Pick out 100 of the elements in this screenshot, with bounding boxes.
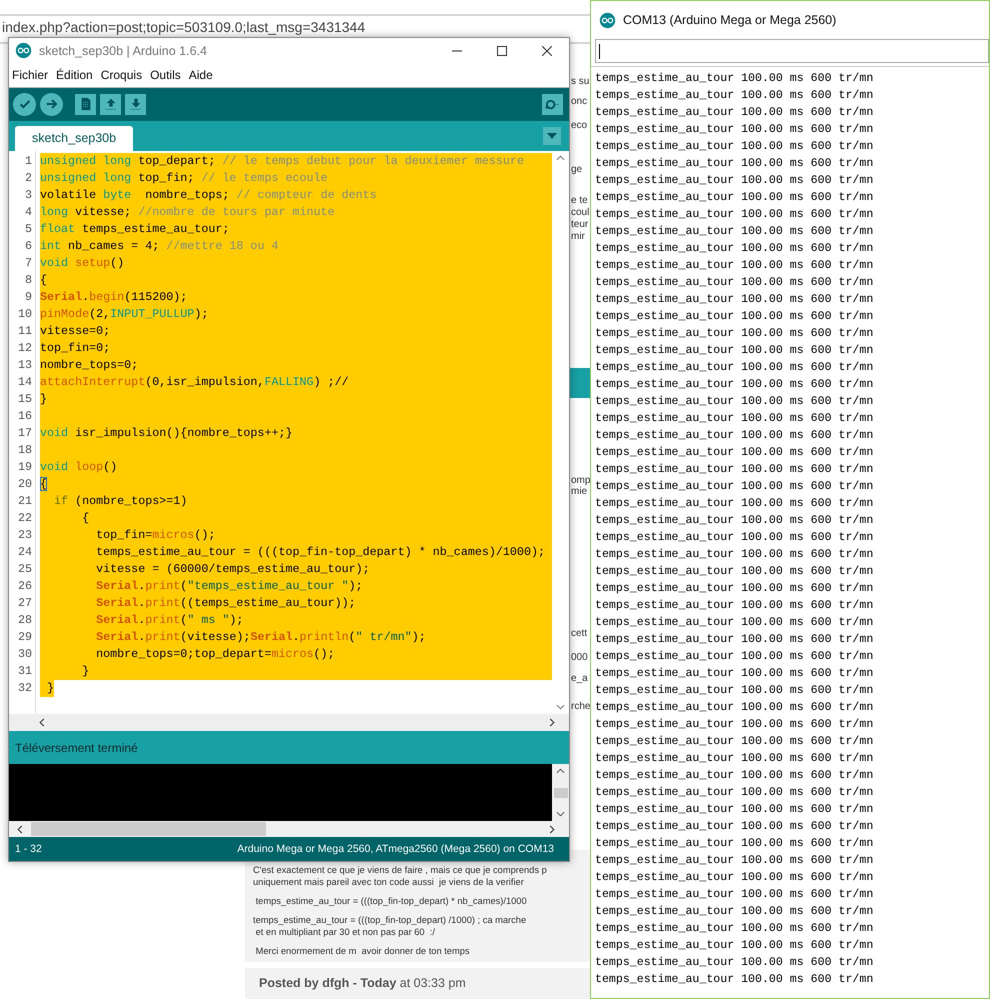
- serial-output-line: temps_estime_au_tour 100.00 ms 600 tr/mn: [595, 598, 874, 614]
- line-number: 22: [16, 510, 33, 527]
- infinity-logo-icon: [599, 12, 616, 28]
- serial-output-line: temps_estime_au_tour 100.00 ms 600 tr/mn: [595, 853, 874, 869]
- line-number: 11: [16, 322, 33, 340]
- post-text-fragment: s su: [571, 76, 590, 88]
- post-text-line: temps_estime_au_tour = (((top_fin-top_depart) /1000) ; ca marche: [253, 914, 528, 926]
- line-number: 24: [16, 544, 33, 561]
- line-number: 26: [16, 578, 33, 595]
- verify-button[interactable]: [13, 92, 36, 116]
- line-number: 12: [16, 340, 33, 357]
- serial-output-line: temps_estime_au_tour 100.00 ms 600 tr/mn: [595, 377, 874, 393]
- scroll-up-icon[interactable]: [556, 154, 565, 161]
- serial-output-line: temps_estime_au_tour 100.00 ms 600 tr/mn: [595, 326, 874, 342]
- serial-output-line: temps_estime_au_tour 100.00 ms 600 tr/mn: [595, 632, 874, 648]
- serial-output-line: temps_estime_au_tour 100.00 ms 600 tr/mn: [595, 615, 874, 631]
- serial-output-line: temps_estime_au_tour 100.00 ms 600 tr/mn: [595, 717, 874, 733]
- line-number: 29: [16, 628, 33, 646]
- serial-output-line: temps_estime_au_tour 100.00 ms 600 tr/mn: [595, 870, 874, 886]
- serial-output-line: temps_estime_au_tour 100.00 ms 600 tr/mn: [595, 547, 874, 563]
- serial-output-line: temps_estime_au_tour 100.00 ms 600 tr/mn: [595, 88, 874, 104]
- line-number: 23: [16, 526, 33, 544]
- menu-item[interactable]: Aide: [188, 68, 213, 82]
- post-text-fragment: 000: [571, 652, 588, 664]
- post-text-fragment: mie: [571, 486, 588, 498]
- line-number: 25: [16, 560, 33, 578]
- line-number: 32: [16, 680, 33, 697]
- serial-output-line: temps_estime_au_tour 100.00 ms 600 tr/mn: [595, 581, 874, 597]
- scroll-right-icon[interactable]: [549, 718, 555, 728]
- send-input-field[interactable]: [595, 39, 989, 63]
- serial-output-line: temps_estime_au_tour 100.00 ms 600 tr/mn: [595, 887, 874, 903]
- post-text-fragment: ge: [571, 164, 582, 176]
- menu-item[interactable]: Fichier: [12, 68, 48, 82]
- line-number: 31: [16, 662, 33, 680]
- serial-output-line: temps_estime_au_tour 100.00 ms 600 tr/mn: [595, 207, 874, 223]
- scroll-left-icon[interactable]: [17, 824, 23, 834]
- serial-output-line: temps_estime_au_tour 100.00 ms 600 tr/mn: [595, 785, 874, 801]
- serial-output-line: temps_estime_au_tour 100.00 ms 600 tr/mn: [595, 445, 874, 461]
- tab-menu-button[interactable]: [543, 126, 561, 145]
- line-number: 17: [16, 424, 33, 442]
- serial-output-line: temps_estime_au_tour 100.00 ms 600 tr/mn: [595, 156, 874, 172]
- serial-output-line: temps_estime_au_tour 100.00 ms 600 tr/mn: [595, 836, 874, 852]
- line-number: 4: [24, 204, 33, 221]
- new-file-button[interactable]: [75, 94, 96, 115]
- serial-output-line: temps_estime_au_tour 100.00 ms 600 tr/mn: [595, 734, 874, 750]
- line-number: 1: [24, 152, 33, 170]
- post-text-line: temps_estime_au_tour = (((top_fin-top_depart) * nb_cames)/1000: [254, 895, 528, 907]
- serial-output-line: temps_estime_au_tour 100.00 ms 600 tr/mn: [595, 802, 874, 818]
- scrollbar-thumb[interactable]: [31, 822, 266, 836]
- scrollbar-thumb[interactable]: [554, 788, 568, 798]
- post-text-fragment: mir: [571, 231, 585, 243]
- line-range-text: 1 - 32: [15, 843, 42, 856]
- serial-output-line: temps_estime_au_tour 100.00 ms 600 tr/mn: [595, 479, 874, 495]
- serial-output-line: temps_estime_au_tour 100.00 ms 600 tr/mn: [595, 819, 874, 835]
- serial-output-line: temps_estime_au_tour 100.00 ms 600 tr/mn: [595, 241, 874, 257]
- post-text-fragment: e_a: [571, 673, 588, 685]
- serial-output-line: temps_estime_au_tour 100.00 ms 600 tr/mn: [595, 683, 874, 699]
- serial-output-line: temps_estime_au_tour 100.00 ms 600 tr/mn: [595, 955, 874, 971]
- save-button[interactable]: [125, 94, 146, 115]
- serial-output-line: temps_estime_au_tour 100.00 ms 600 tr/mn: [595, 190, 874, 206]
- serial-output-line: temps_estime_au_tour 100.00 ms 600 tr/mn: [595, 751, 874, 767]
- post-text-line: et en multipliant par 30 et non pas par 60 :/: [254, 926, 436, 938]
- post-text-line: C'est exactement ce que je viens de faire , mais ce que je comprends p: [253, 864, 548, 876]
- serial-output-line: temps_estime_au_tour 100.00 ms 600 tr/mn: [595, 530, 874, 546]
- caret-down-icon: [547, 132, 557, 139]
- serial-output-line: temps_estime_au_tour 100.00 ms 600 tr/mn: [595, 122, 874, 138]
- line-number: 14: [16, 374, 33, 391]
- line-number: 9: [24, 288, 33, 306]
- scroll-left-icon[interactable]: [39, 718, 45, 728]
- close-icon: [542, 46, 552, 56]
- menu-item[interactable]: Édition: [56, 68, 93, 82]
- serial-output-line: temps_estime_au_tour 100.00 ms 600 tr/mn: [595, 292, 874, 308]
- serial-output-line: temps_estime_au_tour 100.00 ms 600 tr/mn: [595, 921, 874, 937]
- scroll-down-icon[interactable]: [556, 811, 565, 818]
- menu-item[interactable]: Croquis: [100, 68, 142, 82]
- line-number: 6: [24, 238, 33, 255]
- line-number: 5: [24, 220, 33, 238]
- line-number: 2: [24, 170, 33, 187]
- line-number: 7: [24, 254, 33, 272]
- menu-item[interactable]: Outils: [150, 68, 181, 82]
- scroll-down-icon[interactable]: [556, 704, 565, 710]
- serial-output-line: temps_estime_au_tour 100.00 ms 600 tr/mn: [595, 700, 874, 716]
- open-button[interactable]: [100, 94, 121, 115]
- line-number: 10: [16, 306, 33, 323]
- serial-output-line: temps_estime_au_tour 100.00 ms 600 tr/mn: [595, 343, 874, 359]
- serial-output-line: temps_estime_au_tour 100.00 ms 600 tr/mn: [595, 768, 874, 784]
- serial-output-line: temps_estime_au_tour 100.00 ms 600 tr/mn: [595, 71, 874, 87]
- serial-output-line: temps_estime_au_tour 100.00 ms 600 tr/mn: [595, 649, 874, 665]
- serial-output-line: temps_estime_au_tour 100.00 ms 600 tr/mn: [595, 105, 874, 121]
- serial-output-line: temps_estime_au_tour 100.00 ms 600 tr/mn: [595, 972, 874, 988]
- file-tab[interactable]: sketch_sep30b: [15, 126, 134, 151]
- serial-monitor-button[interactable]: [542, 94, 563, 115]
- scroll-up-icon[interactable]: [556, 768, 565, 774]
- post-text-line: Merci enormement de m avoir donner de ton temps: [254, 945, 471, 957]
- post-meta-text: Posted by dfgh - Today at 03:33 pm: [259, 976, 466, 990]
- upload-button[interactable]: [40, 92, 63, 116]
- line-number: 15: [16, 390, 33, 408]
- serial-output-line: temps_estime_au_tour 100.00 ms 600 tr/mn: [595, 275, 874, 291]
- scroll-right-icon[interactable]: [549, 824, 555, 834]
- serial-output-line: temps_estime_au_tour 100.00 ms 600 tr/mn: [595, 173, 874, 189]
